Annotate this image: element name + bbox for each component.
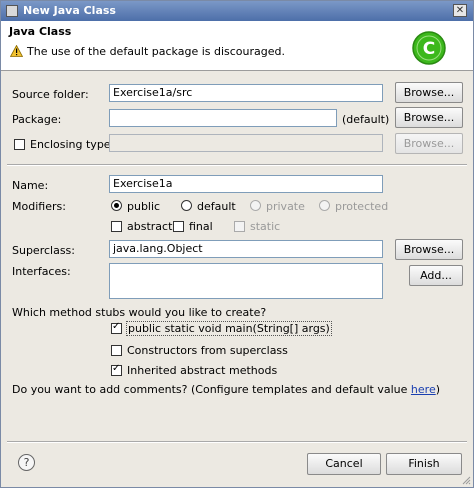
finish-button[interactable]: Finish [386, 453, 462, 475]
logo-letter: C [423, 39, 435, 59]
comments-text: Do you want to add comments? (Configure … [12, 383, 411, 396]
close-button[interactable]: ✕ [453, 4, 467, 17]
interfaces-list[interactable] [109, 263, 383, 299]
private-radio[interactable] [250, 200, 261, 211]
main-method-checkbox[interactable] [111, 321, 122, 334]
java-class-logo-icon: C [412, 31, 446, 65]
public-label: public [127, 200, 161, 213]
warning-icon [10, 45, 23, 57]
superclass-input[interactable]: java.lang.Object [109, 240, 383, 258]
source-folder-input[interactable]: Exercise1a/src [109, 84, 383, 102]
default-label: default [197, 200, 236, 213]
configure-templates-link[interactable]: here [411, 383, 436, 396]
package-default-label: (default) [342, 113, 390, 126]
enclosing-type-label: Enclosing type: [30, 138, 115, 151]
separator [7, 164, 467, 166]
inherited-methods-label: Inherited abstract methods [127, 364, 278, 377]
comments-close: ) [435, 383, 441, 396]
constructors-checkbox[interactable] [111, 345, 122, 356]
protected-label: protected [335, 200, 389, 213]
main-method-label: public static void main(String[] args) [126, 321, 332, 336]
abstract-checkbox[interactable] [111, 221, 122, 232]
add-interface-button[interactable]: Add... [409, 265, 463, 286]
protected-radio[interactable] [319, 200, 330, 211]
modifiers-label: Modifiers: [12, 200, 66, 213]
inherited-methods-checkbox[interactable] [111, 363, 122, 376]
abstract-label: abstract [127, 220, 173, 233]
name-label: Name: [12, 179, 49, 192]
method-stubs-question: Which method stubs would you like to cre… [12, 306, 267, 319]
static-checkbox[interactable] [234, 221, 245, 232]
window-menu-icon[interactable] [6, 5, 18, 17]
source-folder-label: Source folder: [12, 88, 89, 101]
wizard-header: Java Class The use of the default packag… [1, 21, 473, 71]
package-input[interactable] [109, 109, 337, 127]
title-bar: New Java Class ✕ [1, 1, 473, 21]
superclass-browse-button[interactable]: Browse... [395, 239, 463, 260]
page-title: Java Class [9, 25, 72, 38]
interfaces-label: Interfaces: [12, 265, 71, 278]
comments-question: Do you want to add comments? (Configure … [12, 383, 440, 396]
enclosing-type-checkbox[interactable] [14, 139, 25, 150]
package-label: Package: [12, 113, 62, 126]
superclass-label: Superclass: [12, 244, 75, 257]
package-browse-button[interactable]: Browse... [395, 107, 463, 128]
final-label: final [189, 220, 213, 233]
resize-grip-icon[interactable] [461, 475, 471, 485]
final-checkbox[interactable] [173, 221, 184, 232]
constructors-label: Constructors from superclass [127, 344, 288, 357]
public-radio[interactable] [111, 200, 122, 211]
static-label: static [250, 220, 281, 233]
header-message: The use of the default package is discou… [27, 45, 286, 58]
private-label: private [266, 200, 305, 213]
default-radio[interactable] [181, 200, 192, 211]
new-java-class-dialog: New Java Class ✕ Java Class The use of t… [0, 0, 474, 488]
class-name-input[interactable]: Exercise1a [109, 175, 383, 193]
enclosing-type-input[interactable] [109, 134, 383, 152]
cancel-button[interactable]: Cancel [307, 453, 381, 475]
footer-separator [7, 441, 467, 443]
window-title: New Java Class [23, 4, 116, 17]
help-icon[interactable]: ? [18, 454, 35, 471]
enclosing-type-browse-button[interactable]: Browse... [395, 133, 463, 154]
source-folder-browse-button[interactable]: Browse... [395, 82, 463, 103]
